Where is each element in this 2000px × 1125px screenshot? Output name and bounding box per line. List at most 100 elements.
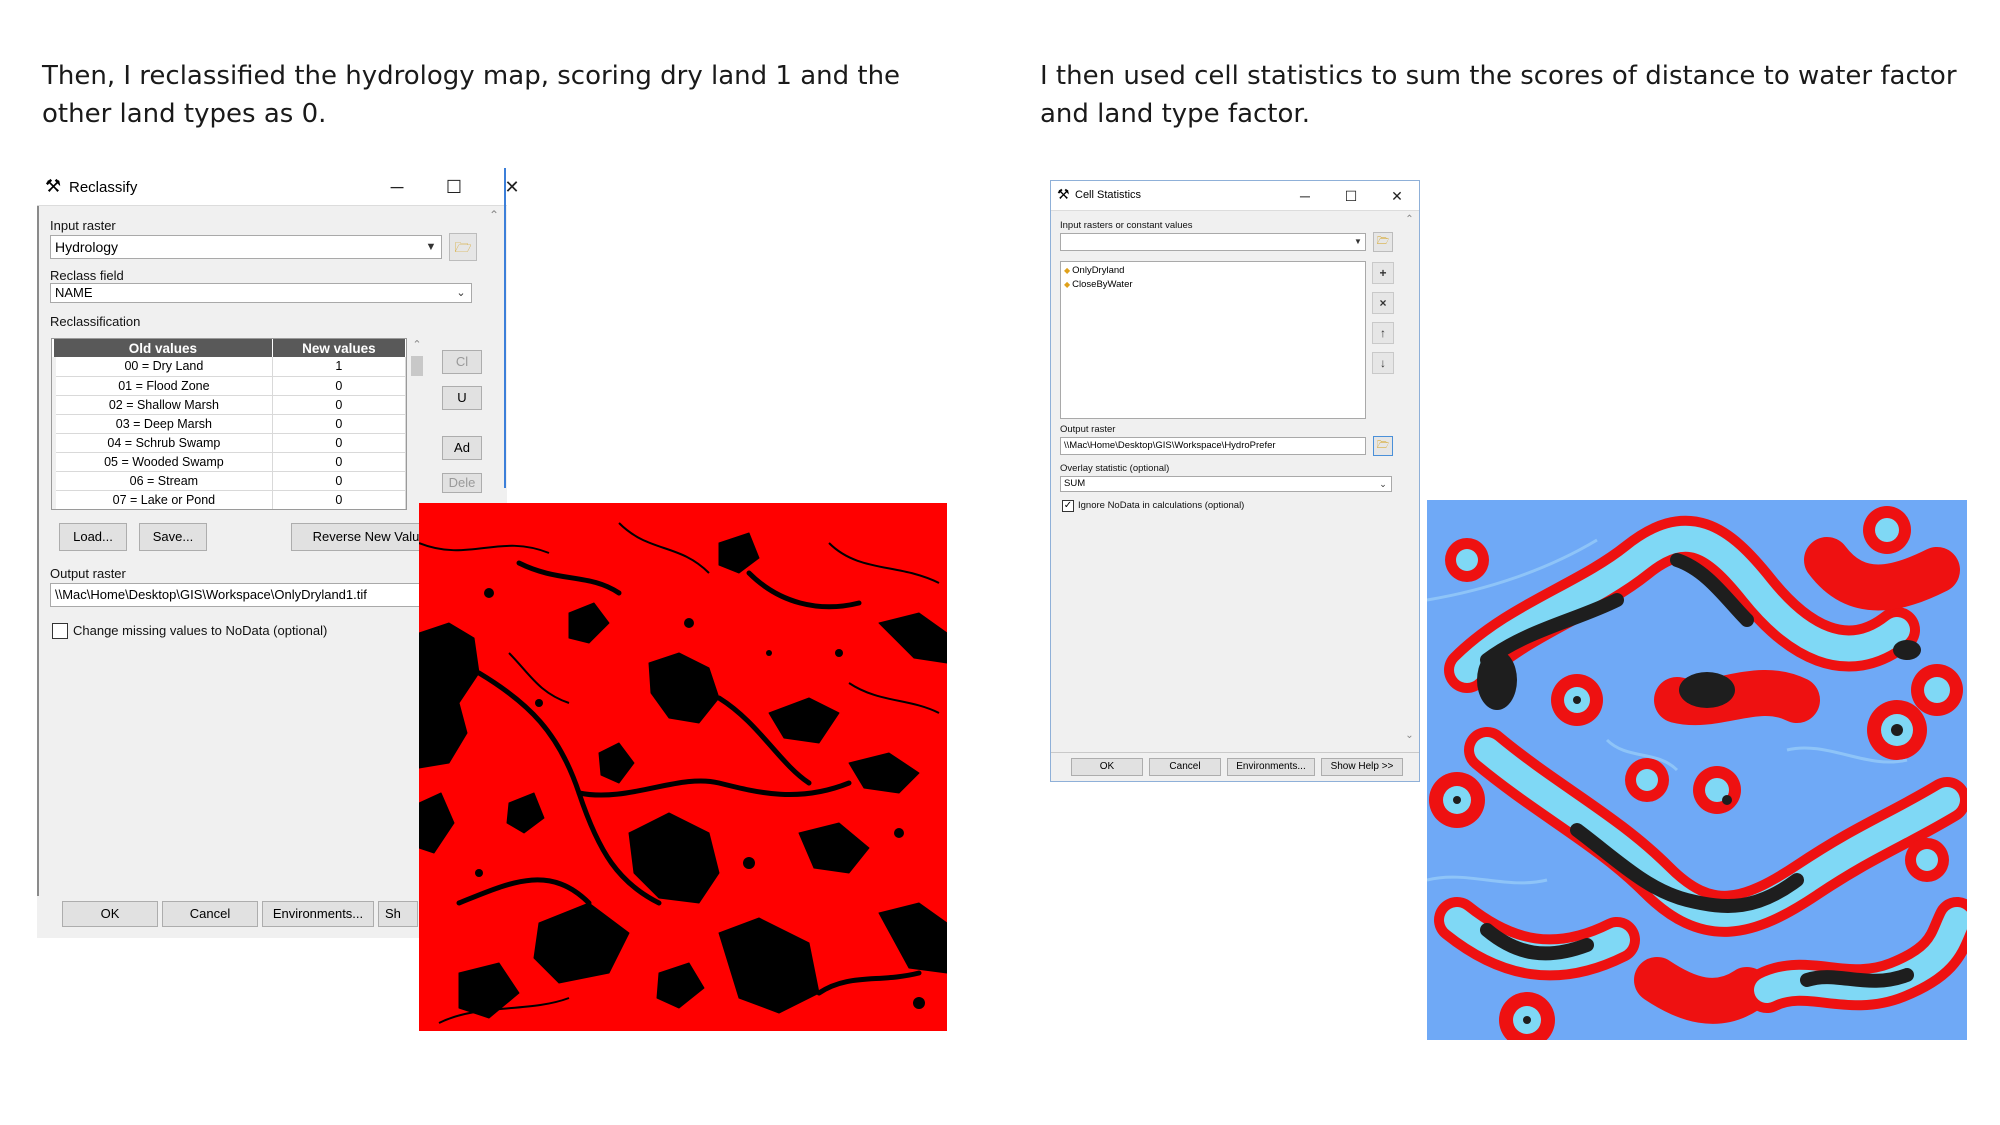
table-row[interactable]: 01 = Flood Zone 0 — [52, 376, 406, 396]
move-down-button[interactable]: ↓ — [1372, 352, 1394, 374]
table-row[interactable]: 05 = Wooded Swamp 0 — [52, 452, 406, 472]
environments-button[interactable]: Environments... — [1227, 758, 1315, 776]
sum-raster-image — [1427, 500, 1967, 1040]
list-item-label: OnlyDryland — [1072, 265, 1125, 276]
old-value-cell[interactable]: 00 = Dry Land — [52, 357, 273, 377]
table-row[interactable]: 00 = Dry Land 1 — [52, 357, 406, 377]
new-value-cell[interactable]: 0 — [272, 471, 406, 491]
column-header-new-values[interactable]: New values — [272, 339, 406, 357]
move-up-button[interactable]: ↑ — [1372, 322, 1394, 344]
ignore-nodata-checkbox[interactable]: ✓ — [1062, 500, 1074, 512]
output-raster-label: Output raster — [1060, 424, 1116, 435]
reclass-field-label: Reclass field — [50, 268, 124, 283]
hydro-prefer-sum-map — [1427, 500, 1967, 1040]
environments-button[interactable]: Environments... — [262, 901, 374, 927]
minimize-button[interactable]: ─ — [382, 174, 412, 200]
scrollbar-thumb[interactable] — [411, 356, 423, 376]
old-value-cell[interactable]: 03 = Deep Marsh — [52, 414, 273, 434]
ignore-nodata-label: Ignore NoData in calculations (optional) — [1078, 500, 1245, 511]
input-rasters-combo[interactable]: ▼ — [1060, 233, 1366, 251]
new-value-cell[interactable]: 0 — [272, 433, 406, 453]
scroll-up-icon[interactable]: ⌃ — [485, 208, 503, 222]
scroll-up-icon[interactable]: ⌃ — [407, 338, 427, 351]
classify-button[interactable]: Cl — [442, 350, 482, 374]
checkmark-icon: ✓ — [1063, 500, 1073, 511]
output-raster-field[interactable]: \\Mac\Home\Desktop\GIS\Workspace\OnlyDry… — [50, 583, 430, 607]
save-button[interactable]: Save... — [139, 523, 207, 551]
reclassification-table[interactable]: Old values New values 00 = Dry Land 1 01 … — [51, 338, 407, 510]
table-row[interactable]: 04 = Schrub Swamp 0 — [52, 433, 406, 453]
old-value-cell[interactable]: 07 = Lake or Pond — [52, 490, 273, 509]
hammer-icon: ⚒ — [1057, 186, 1070, 202]
raster-layer-icon: ◆ — [1064, 266, 1071, 275]
dialog-scrollbar[interactable]: ⌃ — [485, 206, 503, 506]
list-item[interactable]: ◆ OnlyDryland — [1064, 265, 1124, 276]
old-value-cell[interactable]: 04 = Schrub Swamp — [52, 433, 273, 453]
chevron-down-icon[interactable]: ▼ — [423, 236, 439, 258]
cell-statistics-title: Cell Statistics — [1075, 189, 1142, 201]
ok-button[interactable]: OK — [62, 901, 158, 927]
add-item-button[interactable]: + — [1372, 262, 1394, 284]
cancel-button[interactable]: Cancel — [162, 901, 258, 927]
input-raster-combo[interactable]: Hydrology ▼ — [50, 235, 442, 259]
output-raster-field[interactable]: \\Mac\Home\Desktop\GIS\Workspace\HydroPr… — [1060, 437, 1366, 455]
list-item-label: CloseByWater — [1072, 279, 1133, 290]
reclassify-titlebar[interactable]: ⚒ Reclassify ─ ☐ ✕ — [37, 168, 520, 206]
output-raster-label: Output raster — [50, 566, 126, 581]
show-help-button[interactable]: Sh — [378, 901, 418, 927]
remove-item-button[interactable]: × — [1372, 292, 1394, 314]
cell-statistics-dialog: ⚒ Cell Statistics ─ ☐ ✕ Input rasters or… — [1050, 180, 1420, 782]
new-value-cell[interactable]: 0 — [272, 452, 406, 472]
maximize-button[interactable]: ☐ — [439, 174, 469, 200]
load-button[interactable]: Load... — [59, 523, 127, 551]
show-help-button[interactable]: Show Help >> — [1321, 758, 1403, 776]
folder-icon: 🗁 — [454, 239, 472, 255]
dryland-reclass-map — [419, 503, 947, 1031]
table-row[interactable]: 03 = Deep Marsh 0 — [52, 414, 406, 434]
close-button[interactable]: ✕ — [497, 174, 527, 200]
new-value-cell[interactable]: 0 — [272, 376, 406, 396]
table-row[interactable]: 07 = Lake or Pond 0 — [52, 490, 406, 509]
minimize-button[interactable]: ─ — [1293, 184, 1317, 208]
new-value-cell[interactable]: 0 — [272, 414, 406, 434]
ok-button[interactable]: OK — [1071, 758, 1143, 776]
window-frame-right — [504, 168, 506, 488]
new-value-cell[interactable]: 0 — [272, 490, 406, 509]
nodata-checkbox[interactable] — [52, 623, 68, 639]
reclass-field-combo[interactable]: NAME ⌄ — [50, 283, 472, 303]
list-item[interactable]: ◆ CloseByWater — [1064, 279, 1133, 290]
old-value-cell[interactable]: 05 = Wooded Swamp — [52, 452, 273, 472]
chevron-down-icon[interactable]: ⌄ — [453, 284, 469, 302]
hammer-icon: ⚒ — [45, 176, 62, 196]
chevron-down-icon[interactable]: ⌄ — [1377, 477, 1389, 491]
cell-statistics-titlebar[interactable]: ⚒ Cell Statistics ─ ☐ ✕ — [1051, 181, 1419, 211]
add-entry-button[interactable]: Ad — [442, 436, 482, 460]
delete-entries-button[interactable]: Dele — [442, 473, 482, 493]
table-row[interactable]: 06 = Stream 0 — [52, 471, 406, 491]
browse-folder-button[interactable]: 🗁 — [1373, 232, 1393, 252]
input-raster-label: Input raster — [50, 218, 116, 233]
table-row[interactable]: 02 = Shallow Marsh 0 — [52, 395, 406, 415]
divider — [1051, 752, 1419, 753]
old-value-cell[interactable]: 01 = Flood Zone — [52, 376, 273, 396]
scroll-down-icon[interactable]: ⌄ — [1401, 730, 1418, 741]
input-rasters-list[interactable]: ◆ OnlyDryland ◆ CloseByWater — [1060, 261, 1366, 419]
new-value-cell[interactable]: 0 — [272, 395, 406, 415]
table-scrollbar[interactable]: ⌃ — [407, 338, 427, 510]
browse-folder-button[interactable]: 🗁 — [1373, 436, 1393, 456]
close-button[interactable]: ✕ — [1385, 184, 1409, 208]
column-header-old-values[interactable]: Old values — [54, 339, 273, 357]
browse-folder-button[interactable]: 🗁 — [449, 233, 477, 261]
chevron-down-icon[interactable]: ▼ — [1352, 234, 1364, 250]
new-value-cell[interactable]: 1 — [272, 357, 406, 377]
maximize-button[interactable]: ☐ — [1339, 184, 1363, 208]
unique-button[interactable]: U — [442, 386, 482, 410]
input-rasters-label: Input rasters or constant values — [1060, 220, 1193, 231]
dialog-scrollbar[interactable]: ⌃ ⌄ — [1401, 212, 1418, 752]
overlay-statistic-combo[interactable]: SUM ⌄ — [1060, 476, 1392, 492]
scroll-up-icon[interactable]: ⌃ — [1401, 214, 1418, 225]
raster-layer-icon: ◆ — [1064, 280, 1071, 289]
old-value-cell[interactable]: 02 = Shallow Marsh — [52, 395, 273, 415]
cancel-button[interactable]: Cancel — [1149, 758, 1221, 776]
old-value-cell[interactable]: 06 = Stream — [52, 471, 273, 491]
